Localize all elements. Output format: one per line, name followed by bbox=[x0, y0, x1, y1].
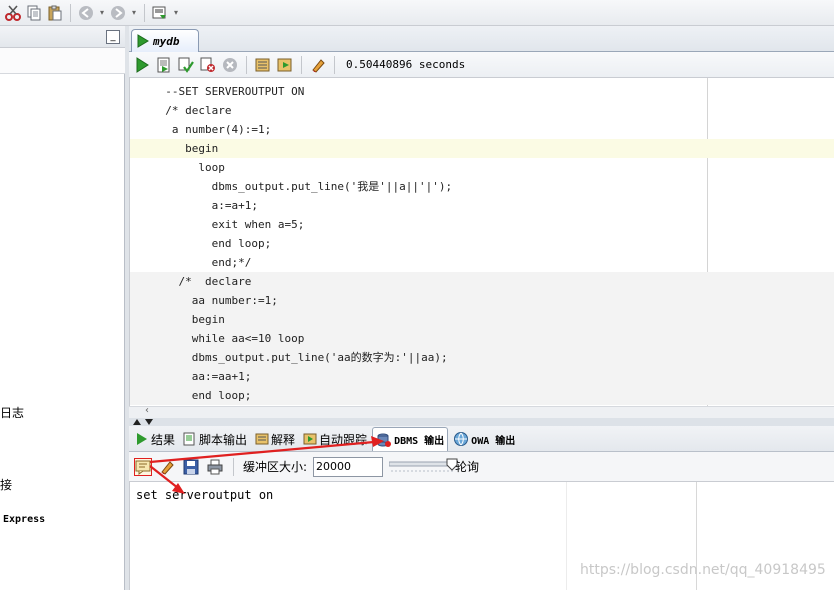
tab-dbms-output-label: DBMS 输出 bbox=[394, 436, 445, 447]
code-line[interactable]: begin bbox=[130, 139, 834, 158]
cancel-icon[interactable] bbox=[221, 56, 239, 74]
enable-dbms-output-button[interactable] bbox=[134, 457, 152, 476]
cut-icon[interactable] bbox=[4, 4, 22, 22]
sql-code-editor[interactable]: --SET SERVEROUTPUT ON /* declare a numbe… bbox=[129, 78, 834, 406]
tab-mydb-label: mydb bbox=[153, 34, 180, 48]
splitter-arrows-icon[interactable] bbox=[131, 418, 155, 426]
tab-results[interactable]: 结果 bbox=[132, 427, 178, 451]
editor-horizontal-scrollbar[interactable]: ‹ bbox=[129, 405, 834, 418]
code-line[interactable]: /* declare bbox=[130, 101, 834, 120]
connections-panel-toolbar bbox=[0, 48, 125, 74]
copy-icon[interactable] bbox=[25, 4, 43, 22]
owa-icon bbox=[454, 432, 469, 446]
tab-dbms-output[interactable]: DBMS 输出 bbox=[372, 427, 449, 451]
poll-slider[interactable] bbox=[388, 457, 459, 477]
sql-worksheet-icon[interactable] bbox=[151, 4, 169, 22]
toolbar-separator bbox=[70, 3, 71, 22]
tab-results-label: 结果 bbox=[151, 432, 176, 447]
run-statement-icon[interactable] bbox=[133, 56, 151, 74]
connections-panel-header: _ bbox=[0, 26, 125, 48]
tab-script-output[interactable]: 脚本输出 bbox=[180, 427, 250, 451]
code-line[interactable]: begin bbox=[130, 310, 834, 329]
enable-output-icon bbox=[135, 460, 151, 475]
tab-script-output-label: 脚本输出 bbox=[199, 432, 248, 447]
editor-output-splitter[interactable] bbox=[129, 418, 834, 426]
code-line[interactable]: exit when a=5; bbox=[130, 215, 834, 234]
buffer-size-input[interactable] bbox=[313, 456, 384, 477]
elapsed-time-label: 0.50440896 seconds bbox=[346, 58, 466, 71]
output-column-guide bbox=[566, 482, 567, 590]
back-dropdown-icon[interactable]: ▾ bbox=[98, 8, 106, 17]
tab-autotrace[interactable]: 自动跟踪 bbox=[300, 427, 370, 451]
paste-icon[interactable] bbox=[46, 4, 64, 22]
code-line[interactable]: end loop; bbox=[130, 386, 834, 405]
scroll-left-icon[interactable]: ‹ bbox=[145, 405, 149, 416]
tab-autotrace-label: 自动跟踪 bbox=[319, 432, 368, 447]
code-line[interactable]: loop bbox=[130, 158, 834, 177]
main-toolbar: ▾ ▾ ▾ bbox=[0, 0, 834, 26]
worksheet-toolbar: 0.50440896 seconds bbox=[129, 52, 834, 78]
print-icon[interactable] bbox=[206, 458, 224, 476]
tab-explain[interactable]: 解释 bbox=[252, 427, 298, 451]
tab-explain-label: 解释 bbox=[271, 432, 296, 447]
toolbar-separator bbox=[144, 3, 145, 22]
forward-dropdown-icon[interactable]: ▾ bbox=[130, 8, 138, 17]
rollback-icon[interactable] bbox=[199, 56, 217, 74]
code-line[interactable]: a:=a+1; bbox=[130, 196, 834, 215]
code-line[interactable]: end;*/ bbox=[130, 253, 834, 272]
worksheet-run-icon bbox=[137, 34, 149, 48]
tab-mydb[interactable]: mydb bbox=[131, 29, 199, 52]
toolbar-separator bbox=[246, 55, 247, 74]
toolbar-separator bbox=[301, 55, 302, 74]
dbms-icon bbox=[377, 433, 392, 447]
left-item-express[interactable]: Express bbox=[3, 514, 45, 525]
tab-owa-output-label: OWA 输出 bbox=[471, 435, 516, 447]
save-icon[interactable] bbox=[182, 458, 200, 476]
code-line[interactable]: while aa<=10 loop bbox=[130, 329, 834, 348]
sql-worksheet-dropdown-icon[interactable]: ▾ bbox=[172, 8, 180, 17]
clear-eraser-icon[interactable] bbox=[309, 56, 327, 74]
buffer-size-label: 缓冲区大小: bbox=[243, 460, 308, 474]
toolbar-separator bbox=[334, 55, 335, 74]
autotrace-icon bbox=[303, 433, 317, 445]
dbms-output-toolbar: 缓冲区大小: 轮询 bbox=[129, 452, 834, 482]
forward-icon[interactable] bbox=[109, 4, 127, 22]
back-icon[interactable] bbox=[77, 4, 95, 22]
left-item-log[interactable]: 日志 bbox=[0, 404, 24, 421]
code-line[interactable]: /* declare bbox=[130, 272, 834, 291]
code-line[interactable]: aa:=aa+1; bbox=[130, 367, 834, 386]
autotrace-icon[interactable] bbox=[276, 56, 294, 74]
explain-icon bbox=[255, 433, 269, 445]
watermark-text: https://blog.csdn.net/qq_40918495 bbox=[580, 562, 826, 578]
explain-plan-icon[interactable] bbox=[254, 56, 272, 74]
editor-tab-bar: mydb bbox=[129, 26, 834, 52]
tab-owa-output[interactable]: OWA 输出 bbox=[450, 427, 518, 451]
clear-output-eraser-icon[interactable] bbox=[158, 458, 176, 476]
connections-panel: _ 日志 接 Express bbox=[0, 26, 125, 590]
code-line[interactable]: end loop; bbox=[130, 234, 834, 253]
dbms-output-text: set serveroutput on bbox=[136, 488, 274, 502]
minimize-button[interactable]: _ bbox=[106, 30, 120, 44]
code-line[interactable]: a number(4):=1; bbox=[130, 120, 834, 139]
output-tab-bar: 结果 脚本输出 解释 自动跟踪 DBMS 输出 OWA 输出 bbox=[129, 426, 834, 452]
code-line[interactable]: aa number:=1; bbox=[130, 291, 834, 310]
code-line[interactable]: --SET SERVEROUTPUT ON bbox=[130, 82, 834, 101]
script-icon bbox=[183, 432, 195, 446]
run-script-icon[interactable] bbox=[155, 56, 173, 74]
toolbar-separator bbox=[233, 457, 234, 476]
commit-icon[interactable] bbox=[177, 56, 195, 74]
code-line[interactable]: dbms_output.put_line('我是'||a||'|'); bbox=[130, 177, 834, 196]
left-item-connection[interactable]: 接 bbox=[0, 476, 12, 493]
code-line[interactable]: dbms_output.put_line('aa的数字为:'||aa); bbox=[130, 348, 834, 367]
play-icon bbox=[137, 433, 147, 445]
